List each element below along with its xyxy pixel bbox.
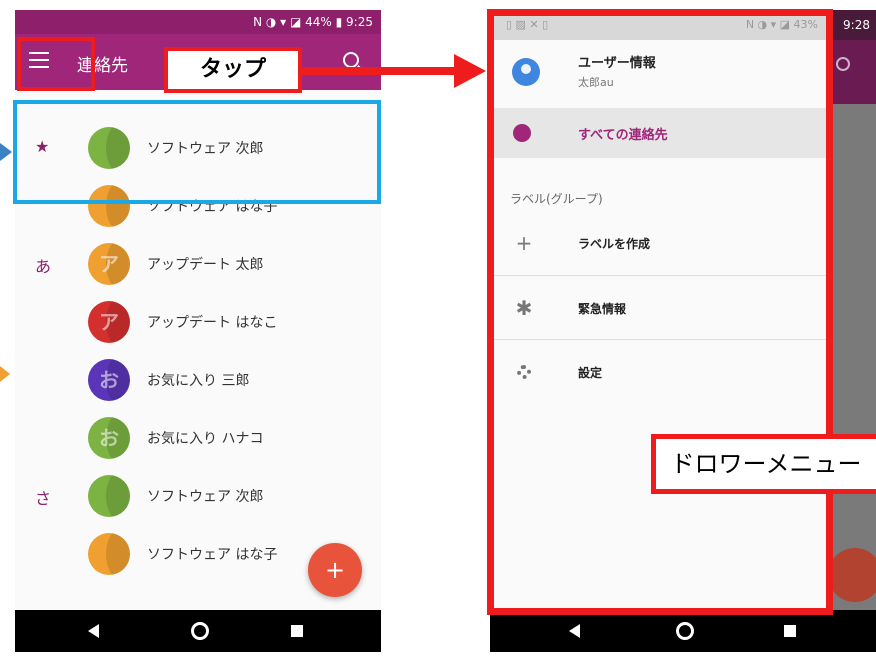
avatar-initial: ア [99,310,119,334]
contact-avatar: お [88,359,130,401]
home-icon[interactable] [676,622,694,640]
home-icon[interactable] [191,622,209,640]
section-index-label: あ [35,257,52,276]
contact-row[interactable]: お お気に入り 三郎 [15,352,381,408]
contact-name: お気に入り 三郎 [147,373,250,389]
nav-bar [15,610,381,652]
favorites-highlight-box [13,100,381,204]
avatar-initial [88,533,130,575]
arrow-tip-blue [0,143,12,161]
nav-bar [490,610,876,652]
back-icon[interactable] [88,624,99,638]
search-icon [836,57,850,71]
drawer-callout: ドロワーメニュー [651,434,876,494]
arrow-tip-orange [0,366,10,382]
contact-avatar: ア [88,243,130,285]
contact-avatar: お [88,417,130,459]
contact-avatar [88,475,130,517]
arrow-head-icon [454,54,486,88]
contact-name: ソフトウェア はな子 [147,547,278,563]
contact-avatar [88,533,130,575]
back-icon[interactable] [569,624,580,638]
contact-row[interactable]: さ ソフトウェア 次郎 [15,468,381,524]
avatar-initial: お [99,426,119,450]
add-contact-fab-behind [828,548,876,602]
drawer-highlight-box [487,9,833,615]
avatar-initial [88,475,130,517]
contact-name: お気に入り ハナコ [147,431,264,447]
contact-row[interactable]: あ ア アップデート 太郎 [15,236,381,292]
contact-name: アップデート 太郎 [147,257,264,273]
contact-name: アップデート はなこ [147,315,278,331]
section-index-label: さ [35,489,52,508]
status-text: N ◑ ▾ ◪ 44% ▮ 9:25 [253,15,373,29]
contact-name: ソフトウェア 次郎 [147,489,264,505]
status-time: 9:28 [843,18,870,32]
menu-highlight-box [17,37,95,91]
search-icon[interactable] [343,52,359,68]
arrow-shaft [300,67,460,75]
contact-avatar: ア [88,301,130,343]
recents-icon[interactable] [291,625,303,637]
avatar-initial: お [99,368,119,392]
contact-row[interactable]: ア アップデート はなこ [15,294,381,350]
recents-icon[interactable] [784,625,796,637]
contact-row[interactable]: お お気に入り ハナコ [15,410,381,466]
avatar-initial: ア [99,252,119,276]
add-contact-fab[interactable]: + [308,543,362,597]
status-bar: N ◑ ▾ ◪ 44% ▮ 9:25 [15,10,381,34]
tap-callout: タップ [164,47,302,93]
